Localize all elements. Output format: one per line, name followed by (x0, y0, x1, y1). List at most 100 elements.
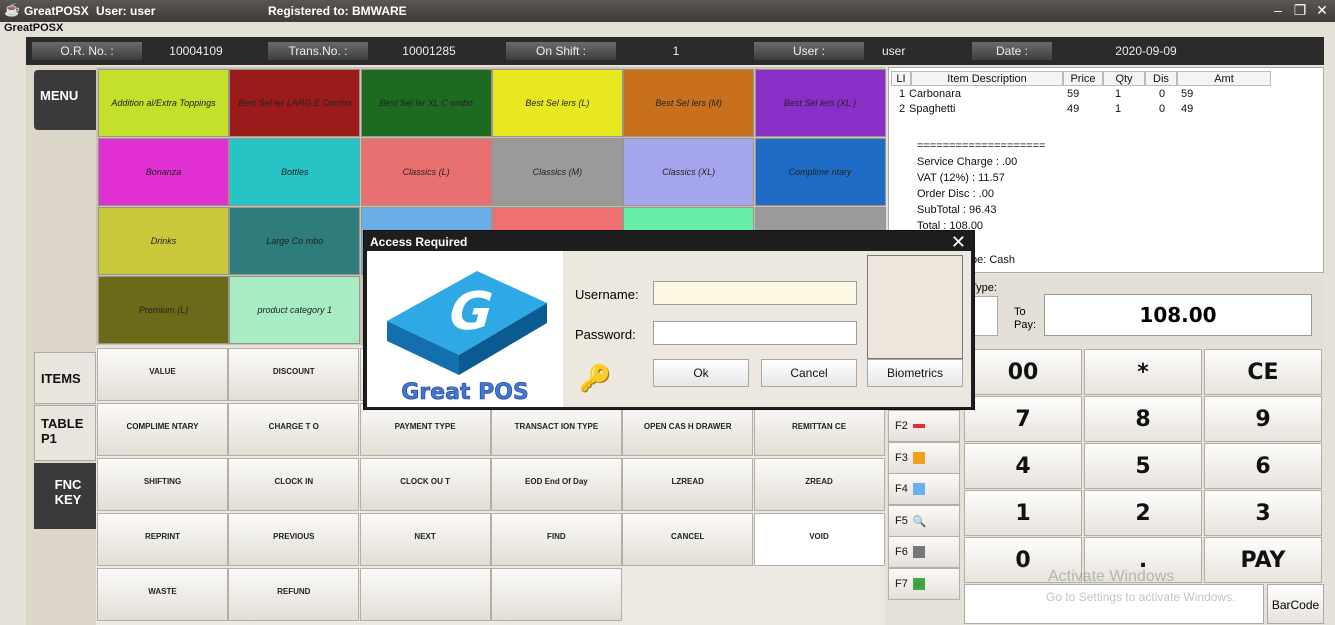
category-button[interactable]: Classics (XL) (623, 138, 755, 206)
function-button[interactable]: WASTE (97, 568, 228, 621)
function-button[interactable]: CHARGE T O (228, 403, 360, 456)
function-button[interactable]: REFUND (228, 568, 360, 621)
function-button[interactable]: CLOCK IN (228, 458, 360, 511)
user-label: User : (754, 42, 864, 60)
tab-menu[interactable]: MENU (34, 70, 96, 130)
category-button[interactable]: Classics (L) (360, 138, 492, 206)
numpad-key[interactable]: CE (1204, 349, 1322, 395)
dialog-title: Access Required (370, 235, 468, 249)
fkey-button-f6[interactable]: F6 (888, 536, 960, 568)
numpad-key[interactable]: 1 (964, 490, 1082, 536)
service-charge: Service Charge : .00 (917, 156, 1018, 168)
category-button[interactable]: Best Sel lers (XL ) (754, 69, 886, 137)
category-button[interactable]: Classics (M) (491, 138, 623, 206)
col-price: Price (1063, 71, 1103, 86)
numpad-key[interactable]: PAY (1204, 537, 1322, 583)
col-desc: Item Description (911, 71, 1063, 86)
numpad-key[interactable]: 9 (1204, 396, 1322, 442)
receipt-li: 1 (899, 88, 906, 100)
logo-text: Great POS (401, 380, 529, 405)
function-button[interactable]: PREVIOUS (228, 513, 360, 566)
function-button[interactable] (490, 568, 622, 621)
numpad-key[interactable]: 8 (1084, 396, 1202, 442)
col-qty: Qty (1103, 71, 1145, 86)
numpad-key[interactable]: 3 (1204, 490, 1322, 536)
function-button[interactable]: PAYMENT TYPE (359, 403, 491, 456)
username-label: Username: (575, 287, 639, 302)
ok-button[interactable]: Ok (653, 359, 749, 387)
function-button[interactable]: DISCOUNT (228, 348, 360, 401)
tab-table[interactable]: TABLE P1 (34, 405, 96, 461)
shift-label: On Shift : (506, 42, 616, 60)
category-button[interactable]: Best Sel lers (M) (623, 69, 755, 137)
function-button[interactable]: NEXT (359, 513, 491, 566)
receipt-qty: 1 (1115, 88, 1122, 100)
app-title: GreatPOSX (24, 4, 89, 18)
maximize-button[interactable]: ❐ (1292, 2, 1308, 18)
numpad-key[interactable]: 5 (1084, 443, 1202, 489)
password-input[interactable] (653, 321, 857, 345)
biometrics-button[interactable]: Biometrics (867, 359, 963, 387)
function-button[interactable]: EOD End Of Day (490, 458, 622, 511)
cancel-button[interactable]: Cancel (761, 359, 857, 387)
fingerprint-box (867, 255, 963, 359)
dialog-close-icon[interactable]: ✕ (951, 232, 966, 253)
function-button[interactable]: REMITTAN CE (753, 403, 885, 456)
fkey-button-f2[interactable]: F2 (888, 410, 960, 442)
function-button[interactable]: CLOCK OU T (359, 458, 491, 511)
minimize-button[interactable]: – (1270, 2, 1286, 18)
tab-items[interactable]: ITEMS (34, 352, 96, 404)
barcode-button[interactable]: BarCode (1267, 584, 1324, 624)
fkey-button-f3[interactable]: F3 (888, 441, 960, 474)
category-button[interactable]: Large Co mbo (229, 207, 361, 275)
payment-type: pe: Cash (971, 254, 1016, 266)
search-icon: 🔍 (912, 515, 927, 528)
col-li: LI (891, 71, 911, 86)
numpad-key[interactable]: 00 (964, 349, 1082, 395)
category-button[interactable]: Bonanza (98, 138, 229, 206)
numpad-key[interactable]: * (1084, 349, 1202, 395)
category-button[interactable]: product category 1 (229, 276, 361, 344)
category-button[interactable]: Best Sel lers (L) (491, 69, 623, 137)
numpad-key[interactable]: 7 (964, 396, 1082, 442)
function-button[interactable] (359, 568, 491, 621)
numpad-key[interactable]: 2 (1084, 490, 1202, 536)
function-button[interactable]: ZREAD (753, 458, 885, 511)
fkey-button-f4[interactable]: F4 (888, 473, 960, 505)
close-button[interactable]: ✕ (1314, 2, 1330, 18)
function-button[interactable]: COMPLIME NTARY (97, 403, 228, 456)
or-value: 10004109 (169, 44, 223, 58)
function-button[interactable]: REPRINT (97, 513, 228, 566)
receipt-price: 49 (1067, 103, 1080, 115)
category-button[interactable]: Premium (L) (98, 276, 229, 344)
receipt-desc: Carbonara (909, 88, 961, 100)
function-button[interactable]: VOID (753, 513, 885, 566)
function-button[interactable]: FIND (490, 513, 622, 566)
username-input[interactable] (653, 281, 857, 305)
numpad-key[interactable]: 4 (964, 443, 1082, 489)
function-button[interactable]: TRANSACT ION TYPE (490, 403, 622, 456)
numpad-key[interactable]: 6 (1204, 443, 1322, 489)
function-button[interactable]: OPEN CAS H DRAWER (622, 403, 754, 456)
receipt-desc: Spaghetti (909, 103, 956, 115)
receipt-amt: 49 (1181, 103, 1194, 115)
category-button[interactable]: Drinks (98, 207, 229, 275)
category-button[interactable]: Complime ntary (754, 138, 886, 206)
receipt-dis: 0 (1159, 88, 1166, 100)
settings-icon (912, 483, 925, 496)
category-button[interactable]: Addition al/Extra Toppings (98, 69, 229, 137)
window-subtitle: GreatPOSX (4, 22, 64, 34)
category-button[interactable]: Best Sel ler XL C ombo (360, 69, 492, 137)
remove-icon (912, 424, 925, 429)
category-button[interactable]: Bottles (229, 138, 361, 206)
watermark-text: Go to Settings to activate Windows. (1046, 590, 1236, 604)
function-button[interactable]: VALUE (97, 348, 228, 401)
function-button[interactable]: LZREAD (622, 458, 754, 511)
function-button[interactable]: SHIFTING (97, 458, 228, 511)
function-button[interactable]: CANCEL (622, 513, 754, 566)
watermark-title: Activate Windows (1048, 568, 1175, 585)
category-button[interactable]: Best Sel ler LARG E Combo (229, 69, 361, 137)
tab-fnc-key[interactable]: FNC KEY (34, 463, 96, 529)
fkey-button-f5[interactable]: F5 🔍 (888, 504, 960, 537)
fkey-button-f7[interactable]: F7 ✚ (888, 567, 960, 600)
